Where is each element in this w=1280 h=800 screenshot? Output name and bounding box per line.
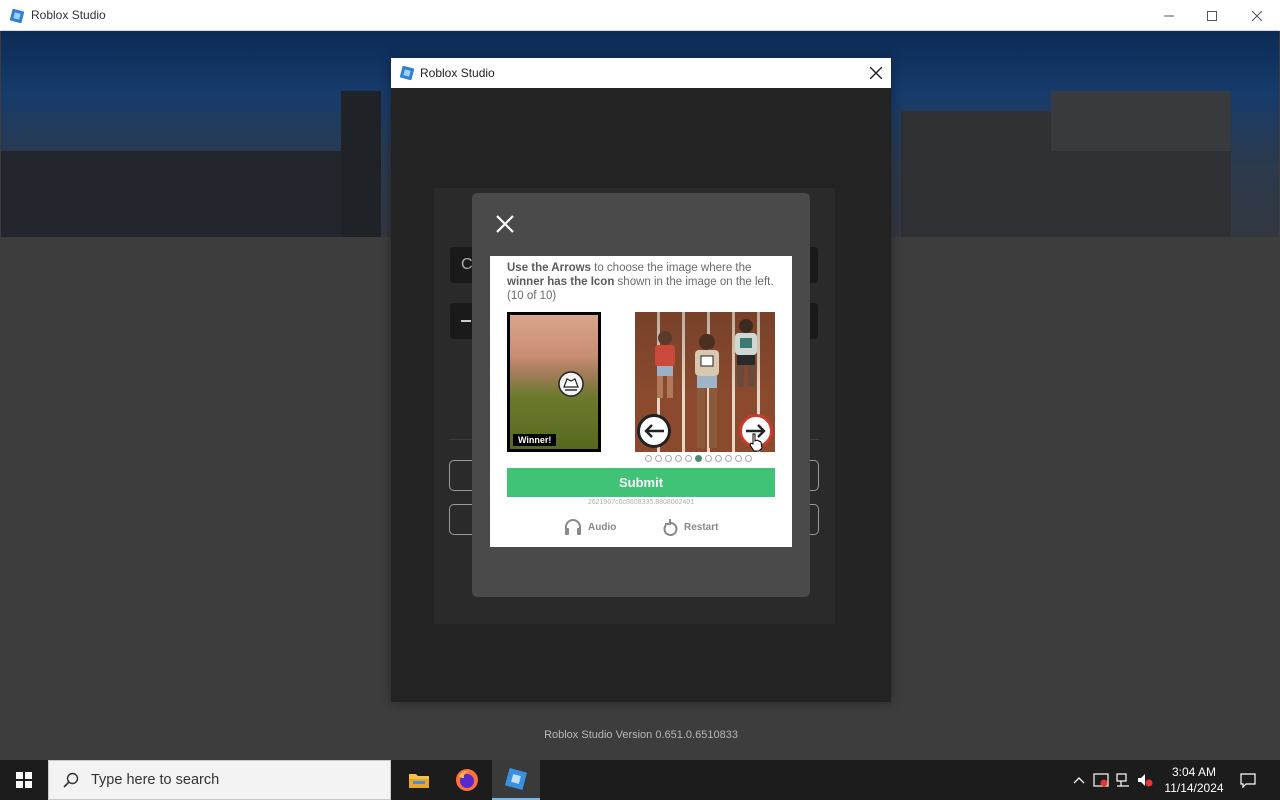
roblox-studio-logo-icon	[10, 9, 24, 23]
audio-label: Audio	[588, 521, 617, 533]
session-id-text: 2621907c6c8608335.8808002401	[587, 499, 695, 506]
captcha-instructions: Use the Arrows to choose the image where…	[507, 261, 779, 303]
progress-dot	[665, 455, 672, 462]
captcha-close-button[interactable]	[494, 213, 516, 235]
progress-dot	[685, 455, 692, 462]
progress-dot	[655, 455, 662, 462]
progress-dots	[645, 455, 752, 464]
roblox-studio-logo-icon	[400, 66, 414, 80]
folder-icon	[409, 774, 429, 788]
progress-dot	[725, 455, 732, 462]
submit-button[interactable]: Submit	[507, 468, 775, 497]
tray-network-button[interactable]	[1112, 760, 1134, 800]
restart-button[interactable]: Restart	[662, 519, 718, 536]
progress-dot	[695, 455, 702, 462]
arrow-left-icon	[644, 424, 664, 438]
taskbar-search[interactable]: Type here to search	[48, 760, 391, 800]
audio-button[interactable]: Audio	[564, 519, 616, 535]
network-icon	[1116, 773, 1129, 787]
windows-logo-icon	[16, 772, 32, 788]
captcha-card: Use the Arrows to choose the image where…	[490, 256, 792, 547]
dialog-titlebar: Roblox Studio	[391, 58, 891, 88]
security-icon	[1093, 773, 1109, 787]
start-button[interactable]	[0, 760, 48, 800]
clock-date: 11/14/2024	[1164, 781, 1224, 795]
reference-scene: Winner!	[510, 315, 598, 449]
system-tray	[1068, 760, 1156, 800]
window-title: Roblox Studio	[31, 8, 106, 22]
window-titlebar: Roblox Studio	[0, 0, 1280, 31]
version-text: Roblox Studio Version 0.651.0.6510833	[544, 729, 738, 741]
runner-figure	[655, 331, 675, 398]
restart-label: Restart	[684, 522, 719, 533]
close-icon	[496, 215, 514, 233]
close-window-button[interactable]	[1234, 0, 1280, 31]
firefox-icon	[456, 769, 478, 791]
notification-icon	[1240, 773, 1256, 788]
instruction-bold: Use the Arrows	[507, 262, 591, 274]
minimize-button[interactable]	[1146, 0, 1192, 31]
minimize-icon	[1164, 15, 1174, 16]
password-mask	[461, 319, 471, 322]
tray-security-button[interactable]	[1090, 760, 1112, 800]
headphones-icon	[565, 519, 581, 535]
progress-dot	[675, 455, 682, 462]
background-building	[1, 151, 361, 237]
runner-figure	[695, 334, 719, 448]
roblox-studio-icon	[505, 768, 527, 790]
volume-muted-icon	[1138, 774, 1153, 787]
instruction-text: to choose the image where the	[590, 262, 752, 274]
background-building	[1051, 91, 1231, 151]
captcha-modal: Use the Arrows to choose the image where…	[472, 193, 810, 597]
background-building	[341, 91, 381, 237]
taskbar-clock[interactable]: 3:04 AM 11/14/2024	[1160, 764, 1228, 796]
clock-time: 3:04 AM	[1171, 765, 1217, 779]
progress-dot	[715, 455, 722, 462]
taskbar-roblox-studio[interactable]	[492, 760, 540, 800]
search-placeholder: Type here to search	[91, 772, 220, 788]
taskbar: Type here to search 3:04 AM 11/14/2024	[0, 760, 1280, 800]
hand-cursor-icon	[749, 433, 763, 452]
search-icon	[63, 772, 79, 788]
winner-label: Winner!	[513, 434, 557, 446]
notification-center-button[interactable]	[1232, 760, 1264, 800]
progress-dot	[745, 455, 752, 462]
instruction-bold: winner has the Icon	[507, 276, 615, 288]
maximize-button[interactable]	[1189, 0, 1235, 31]
show-hidden-icons-button[interactable]	[1068, 760, 1090, 800]
close-dialog-button[interactable]	[861, 58, 891, 88]
maximize-icon	[1207, 10, 1217, 21]
progress-dot	[735, 455, 742, 462]
progress-dot	[705, 455, 712, 462]
runner-figure	[735, 319, 757, 387]
chevron-up-icon	[1073, 777, 1085, 784]
close-icon	[1252, 10, 1262, 21]
shoe-icon	[558, 371, 584, 397]
choice-image	[635, 312, 775, 452]
tray-volume-button[interactable]	[1134, 760, 1156, 800]
previous-arrow-button[interactable]	[637, 414, 671, 448]
taskbar-firefox[interactable]	[443, 760, 491, 800]
dialog-title: Roblox Studio	[420, 66, 495, 80]
restart-icon	[663, 519, 678, 536]
reference-image: Winner!	[507, 312, 601, 452]
progress-dot	[645, 455, 652, 462]
taskbar-file-explorer[interactable]	[395, 760, 443, 800]
close-icon	[870, 67, 882, 79]
